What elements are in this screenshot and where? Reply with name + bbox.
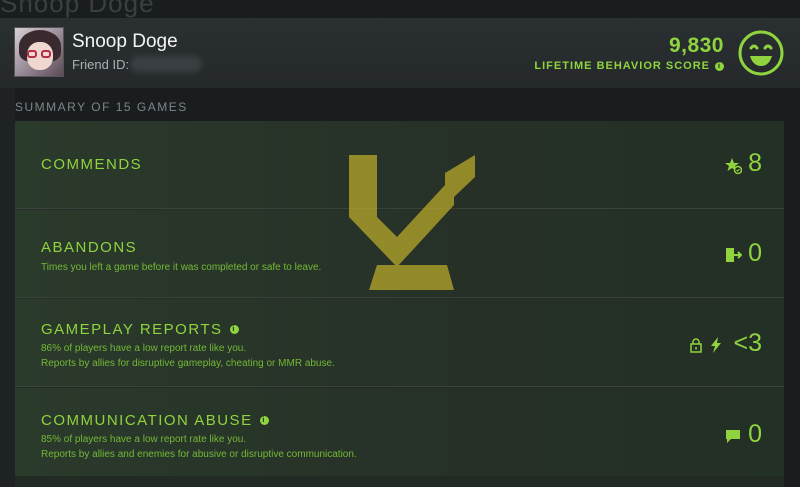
row-title-text: COMMENDS: [41, 156, 143, 173]
background-title: Snoop Doge: [0, 0, 155, 18]
behavior-score-label: LIFETIME BEHAVIOR SCORE i: [534, 60, 724, 72]
info-icon[interactable]: i: [229, 325, 239, 334]
gameplay-reports-count: <3: [733, 329, 762, 357]
row-title-text: GAMEPLAY REPORTS: [41, 321, 223, 338]
row-gameplay-reports: GAMEPLAY REPORTS i 86% of players have a…: [15, 299, 784, 387]
row-title: COMMENDS: [41, 156, 142, 173]
row-title: ABANDONS: [41, 239, 137, 256]
summary-title: SUMMARY OF 15 GAMES: [15, 100, 188, 114]
left-edge: [0, 88, 15, 487]
chat-bubble-icon: [724, 428, 742, 444]
avatar[interactable]: [14, 27, 64, 77]
lock-lightning-icon: [688, 337, 722, 353]
row-title: COMMUNICATION ABUSE i: [41, 412, 269, 429]
row-description-secondary: Reports by allies for disruptive gamepla…: [41, 358, 335, 369]
friend-id-redacted: [130, 56, 202, 72]
row-title-text: COMMUNICATION ABUSE: [41, 412, 253, 429]
user-name[interactable]: Snoop Doge: [72, 31, 178, 53]
exit-door-icon: [724, 246, 742, 264]
info-icon[interactable]: i: [259, 416, 269, 425]
row-description: 85% of players have a low report rate li…: [41, 434, 247, 445]
behavior-score-value: 9,830: [668, 34, 724, 57]
row-title-text: ABANDONS: [41, 239, 138, 256]
row-title: GAMEPLAY REPORTS i: [41, 321, 239, 338]
behavior-score-label-text: LIFETIME BEHAVIOR SCORE: [534, 60, 710, 72]
row-description-secondary: Reports by allies and enemies for abusiv…: [41, 449, 357, 460]
smiley-face-icon: [738, 30, 784, 76]
communication-abuse-count: 0: [748, 420, 762, 448]
row-communication-abuse: COMMUNICATION ABUSE i 85% of players hav…: [15, 388, 784, 476]
profile-header: Snoop Doge Friend ID: 9,830 LIFETIME BEH…: [0, 18, 800, 88]
star-commend-icon: [724, 157, 742, 175]
info-icon[interactable]: i: [715, 61, 724, 71]
row-description: Times you left a game before it was comp…: [41, 262, 322, 273]
row-description: 86% of players have a low report rate li…: [41, 343, 247, 354]
friend-id-label: Friend ID:: [72, 57, 130, 72]
emblem-logo-icon: [349, 155, 475, 290]
abandons-count: 0: [748, 239, 762, 267]
commends-count: 8: [748, 149, 762, 177]
